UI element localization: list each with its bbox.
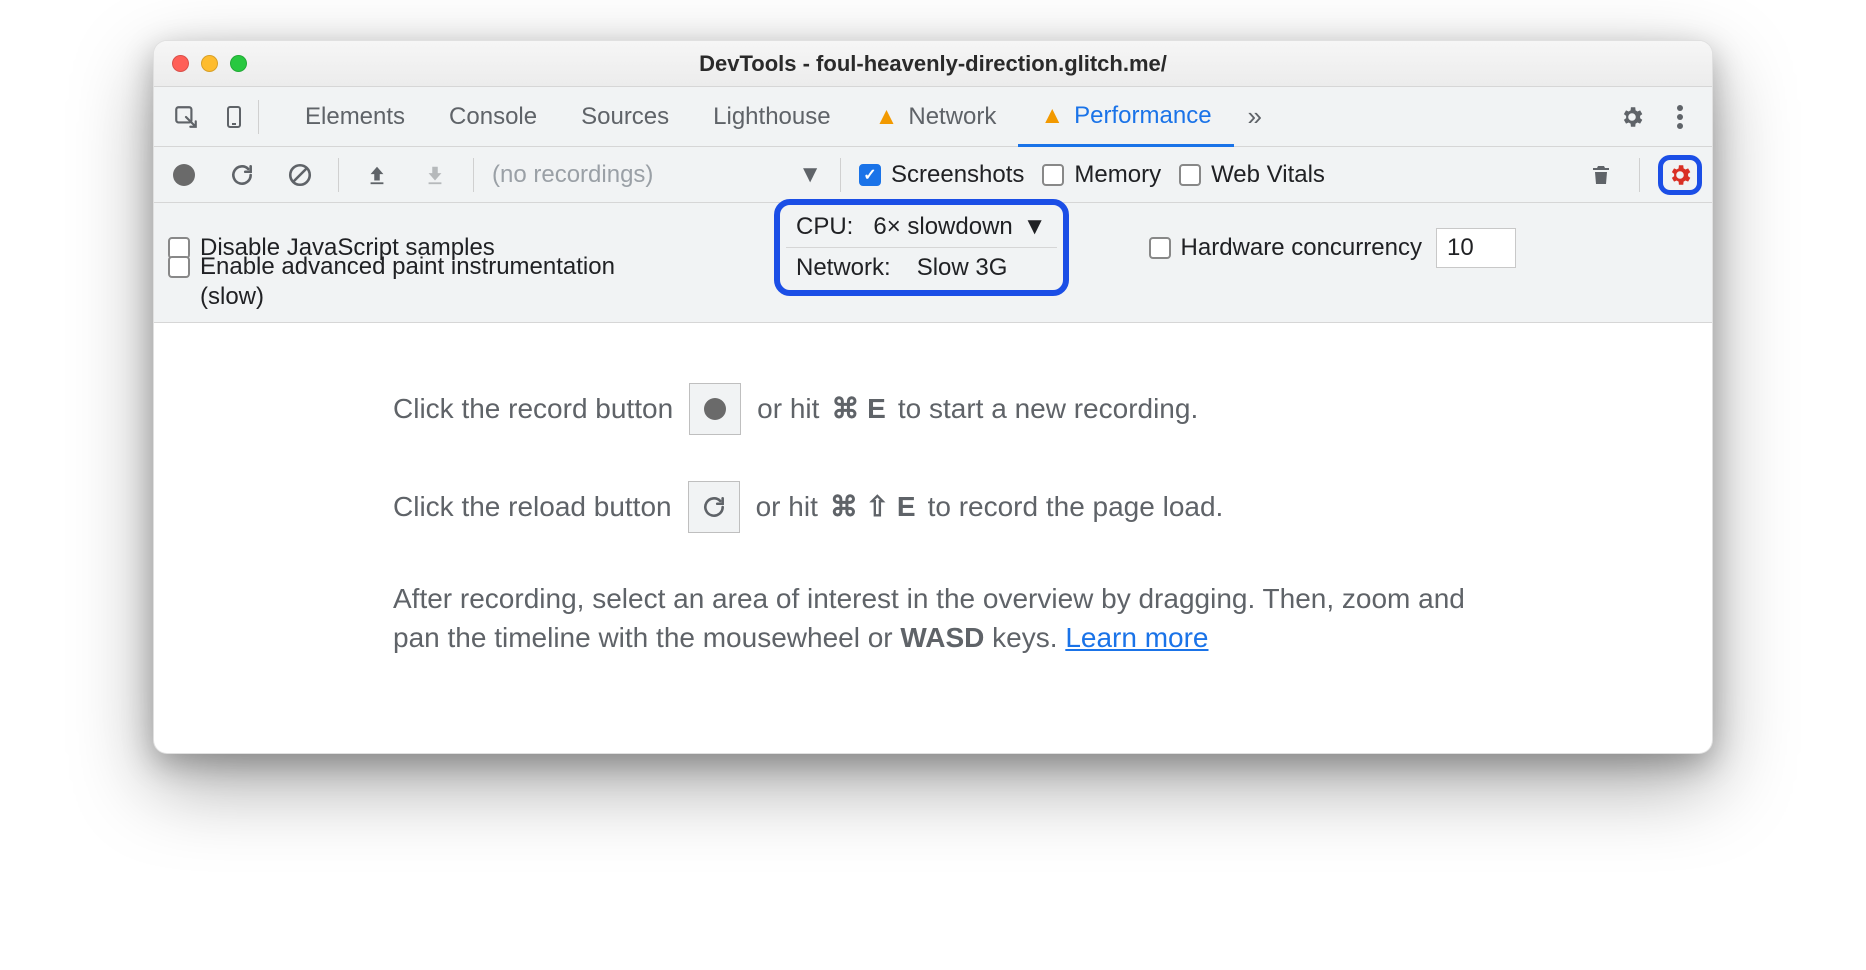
- recordings-select[interactable]: (no recordings) ▼: [492, 161, 822, 189]
- recordings-label: (no recordings): [492, 161, 653, 189]
- reload-button-sample: [688, 481, 740, 533]
- network-throttle-select[interactable]: Slow 3G: [917, 254, 1008, 282]
- chevron-down-icon: ▼: [798, 161, 822, 189]
- shortcut: ⌘ E: [831, 389, 885, 428]
- shortcut: ⌘ ⇧ E: [830, 487, 916, 526]
- tab-network[interactable]: ▲ Network: [853, 87, 1019, 147]
- warning-icon: ▲: [875, 103, 899, 131]
- clear-button[interactable]: [280, 155, 320, 195]
- cpu-throttle-select[interactable]: 6× slowdown ▼: [873, 213, 1046, 241]
- performance-toolbar: (no recordings) ▼ ✓ Screenshots Memory W…: [154, 147, 1712, 203]
- settings-icon[interactable]: [1608, 93, 1656, 141]
- more-tabs-button[interactable]: »: [1234, 101, 1276, 132]
- chevron-down-icon: ▼: [1023, 213, 1047, 241]
- checkbox-icon: [1042, 164, 1064, 186]
- screenshots-checkbox[interactable]: ✓ Screenshots: [859, 161, 1024, 189]
- record-button[interactable]: [164, 155, 204, 195]
- checkbox-icon: [1149, 237, 1171, 259]
- device-toolbar-icon[interactable]: [210, 93, 258, 141]
- capture-settings-panel: Disable JavaScript samples CPU: 6× slowd…: [154, 203, 1712, 323]
- hint-reload: Click the reload button or hit ⌘ ⇧ E to …: [393, 481, 1473, 533]
- inspect-element-icon[interactable]: [162, 93, 210, 141]
- throttling-highlight: CPU: 6× slowdown ▼ Network: Slow 3G: [774, 199, 1069, 296]
- empty-state: Click the record button or hit ⌘ E to st…: [154, 323, 1712, 753]
- learn-more-link[interactable]: Learn more: [1065, 622, 1208, 653]
- cpu-throttle-label: CPU:: [796, 213, 853, 241]
- kebab-menu-icon[interactable]: [1656, 93, 1704, 141]
- divider: [840, 158, 841, 192]
- hardware-concurrency-checkbox[interactable]: Hardware concurrency: [1149, 234, 1422, 262]
- hint-overview: After recording, select an area of inter…: [393, 579, 1473, 657]
- maximize-window-button[interactable]: [230, 55, 247, 72]
- tab-lighthouse[interactable]: Lighthouse: [691, 87, 852, 147]
- traffic-lights: [172, 55, 247, 72]
- titlebar: DevTools - foul-heavenly-direction.glitc…: [154, 41, 1712, 87]
- divider: [258, 100, 259, 134]
- checkbox-icon: ✓: [859, 164, 881, 186]
- trash-icon[interactable]: [1581, 155, 1621, 195]
- enable-paint-instrumentation-checkbox[interactable]: Enable advanced paint instrumentation (s…: [168, 252, 660, 312]
- tab-console[interactable]: Console: [427, 87, 559, 147]
- divider: [338, 158, 339, 192]
- close-window-button[interactable]: [172, 55, 189, 72]
- minimize-window-button[interactable]: [201, 55, 218, 72]
- reload-record-button[interactable]: [222, 155, 262, 195]
- panel-tabs: Elements Console Sources Lighthouse ▲ Ne…: [154, 87, 1712, 147]
- devtools-window: DevTools - foul-heavenly-direction.glitc…: [153, 40, 1713, 754]
- load-profile-button[interactable]: [357, 155, 397, 195]
- network-throttle-label: Network:: [796, 254, 891, 282]
- webvitals-checkbox[interactable]: Web Vitals: [1179, 161, 1325, 189]
- capture-settings-button[interactable]: [1658, 155, 1702, 195]
- hint-record: Click the record button or hit ⌘ E to st…: [393, 383, 1473, 435]
- divider: [473, 158, 474, 192]
- divider: [1639, 158, 1640, 192]
- window-title: DevTools - foul-heavenly-direction.glitc…: [154, 51, 1712, 77]
- checkbox-icon: [1179, 164, 1201, 186]
- warning-icon: ▲: [1040, 102, 1064, 130]
- record-button-sample: [689, 383, 741, 435]
- save-profile-button[interactable]: [415, 155, 455, 195]
- memory-checkbox[interactable]: Memory: [1042, 161, 1161, 189]
- tab-elements[interactable]: Elements: [283, 87, 427, 147]
- tab-sources[interactable]: Sources: [559, 87, 691, 147]
- tab-performance[interactable]: ▲ Performance: [1018, 87, 1233, 147]
- checkbox-icon: [168, 256, 190, 278]
- hardware-concurrency-input[interactable]: 10: [1436, 228, 1516, 268]
